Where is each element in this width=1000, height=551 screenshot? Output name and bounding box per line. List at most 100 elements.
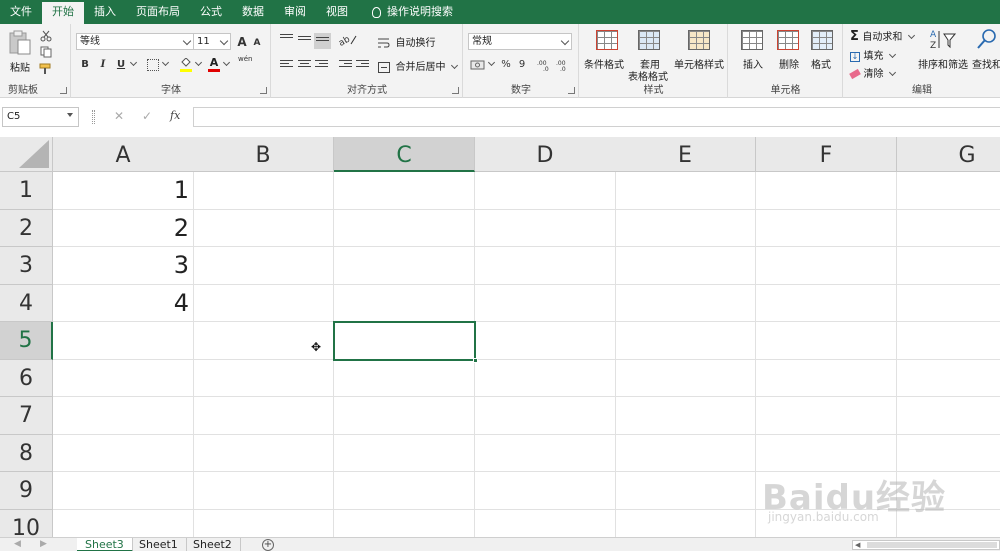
prev-sheet-icon[interactable]: ◀ [14,539,21,549]
insert-function-icon[interactable]: fx [170,109,180,122]
next-sheet-icon[interactable]: ▶ [40,539,47,549]
scrollbar-thumb[interactable] [867,542,997,548]
formula-bar-splitter[interactable] [92,110,95,124]
orientation-icon[interactable]: ab [339,34,359,46]
number-launcher-icon[interactable] [568,87,575,94]
active-cell[interactable] [333,321,478,363]
tab-page-layout[interactable]: 页面布局 [126,0,190,24]
column-header-d[interactable]: D [475,137,616,172]
cell-a1[interactable]: 1 [53,172,194,210]
enter-icon[interactable]: ✓ [142,109,152,123]
autosum-button[interactable]: Σ 自动求和 [850,28,915,44]
clear-button[interactable]: 清除 [849,65,897,80]
fill-button[interactable]: ↓ 填充 [850,47,897,62]
column-header-b[interactable]: B [193,137,334,172]
border-button[interactable] [147,59,159,71]
conditional-formatting-button[interactable]: 条件格式 [584,28,630,72]
insert-cells-button[interactable]: 插入 [737,28,767,72]
tab-formulas[interactable]: 公式 [190,0,232,24]
border-dropdown-icon[interactable] [161,58,170,67]
currency-icon[interactable] [470,59,486,71]
align-left-icon[interactable] [280,60,293,71]
comma-button[interactable]: 9 [515,58,529,72]
wrap-text-button[interactable]: 自动换行 [378,34,436,49]
column-header-a[interactable]: A [53,137,194,172]
sheet-tab-sheet2[interactable]: Sheet2 [185,538,241,551]
row-header-2[interactable]: 2 [0,209,53,247]
fill-color-button[interactable] [180,57,192,72]
align-bottom-icon[interactable] [314,33,331,49]
tab-home[interactable]: 开始 [42,2,84,24]
horizontal-scrollbar[interactable]: ◀ [852,540,1000,550]
font-size-select[interactable]: 11 [193,33,231,50]
alignment-launcher-icon[interactable] [452,87,459,94]
sort-filter-button[interactable]: AZ 排序和筛选 [918,28,970,72]
add-sheet-button[interactable]: + [262,539,274,551]
row-header-8[interactable]: 8 [0,434,53,472]
sheet-tab-sheet3[interactable]: Sheet3 [77,538,133,551]
increase-indent-icon[interactable] [356,60,369,71]
row-header-5[interactable]: 5 [0,322,53,360]
column-header-c[interactable]: C [334,137,475,172]
align-middle-icon[interactable] [298,36,311,47]
shrink-font-button[interactable]: A [250,36,264,50]
select-all-button[interactable] [0,137,53,172]
format-cells-button[interactable]: 格式 [807,28,837,72]
row-header-3[interactable]: 3 [0,247,53,285]
column-header-f[interactable]: F [756,137,897,172]
cell-a3[interactable]: 3 [53,247,194,285]
decrease-decimal-icon[interactable]: .00.0 [556,59,574,71]
bold-button[interactable]: B [78,58,92,72]
format-painter-icon[interactable] [39,63,53,75]
tab-review[interactable]: 审阅 [274,0,316,24]
row-header-6[interactable]: 6 [0,359,53,397]
column-header-g[interactable]: G [897,137,1000,172]
tab-file[interactable]: 文件 [0,0,42,24]
cell-styles-button[interactable]: 单元格样式 [674,28,726,72]
phonetic-button[interactable]: wén [238,55,252,63]
align-top-icon[interactable] [280,34,293,45]
tab-view[interactable]: 视图 [316,0,358,24]
decrease-indent-icon[interactable] [339,60,352,71]
number-format-select[interactable]: 常规 [468,33,572,50]
underline-button[interactable]: U [114,58,128,72]
percent-button[interactable]: % [499,58,513,72]
increase-decimal-icon[interactable]: .00.0 [537,59,555,71]
tell-me-search[interactable]: 操作说明搜索 [362,0,463,24]
formula-input[interactable] [193,107,1000,127]
name-box[interactable]: C5 [2,107,79,127]
row-header-9[interactable]: 9 [0,472,53,510]
row-header-4[interactable]: 4 [0,284,53,322]
cell-a4[interactable]: 4 [53,285,194,323]
sheet-tab-sheet1[interactable]: Sheet1 [131,538,187,551]
row-header-1[interactable]: 1 [0,172,53,210]
underline-dropdown-icon[interactable] [129,58,138,67]
delete-cells-button[interactable]: 删除 [773,28,803,72]
font-name-select[interactable]: 等线 [76,33,194,50]
grow-font-button[interactable]: A [235,35,249,49]
row-header-10[interactable]: 10 [0,509,53,537]
column-header-e[interactable]: E [615,137,756,172]
tab-data[interactable]: 数据 [232,0,274,24]
currency-dropdown-icon[interactable] [487,58,496,67]
paste-button[interactable]: 粘贴 [6,30,34,74]
scroll-left-icon[interactable]: ◀ [855,541,860,549]
tab-insert[interactable]: 插入 [84,0,126,24]
cell-a2[interactable]: 2 [53,210,194,248]
cancel-icon[interactable]: ✕ [114,109,124,123]
copy-icon[interactable] [40,46,52,58]
format-as-table-button[interactable]: 套用 表格格式 [628,28,672,83]
fill-color-dropdown-icon[interactable] [194,58,203,67]
font-color-button[interactable]: A [208,57,220,73]
clipboard-launcher-icon[interactable] [60,87,67,94]
fill-handle[interactable] [473,357,478,363]
font-launcher-icon[interactable] [260,87,267,94]
merge-center-button[interactable]: 合并后居中 [378,58,459,73]
align-right-icon[interactable] [315,60,328,71]
find-select-button[interactable]: 查找和 [970,28,1000,72]
row-header-7[interactable]: 7 [0,397,53,435]
font-color-dropdown-icon[interactable] [222,58,231,67]
cut-icon[interactable] [40,30,52,42]
italic-button[interactable]: I [96,58,110,72]
align-center-icon[interactable] [298,60,311,71]
